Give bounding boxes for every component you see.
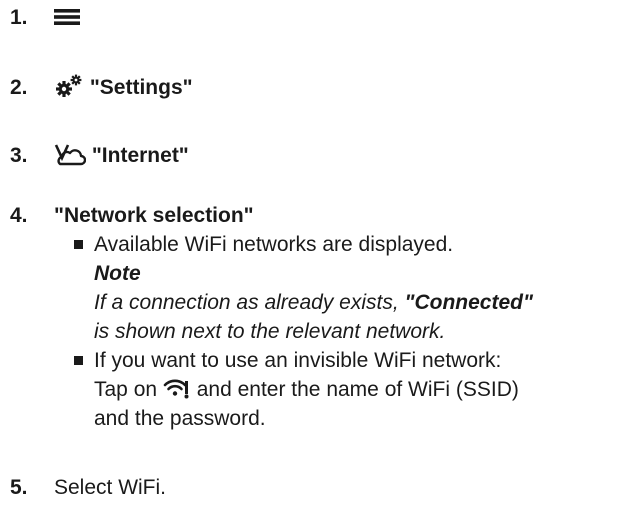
bullet-square xyxy=(74,240,83,249)
bullet-text-line-2: Tap on and enter the name of WiFi (SSID) xyxy=(94,378,519,401)
bullet-text: Available WiFi networks are displayed. xyxy=(94,233,454,256)
step-label: Select WiFi. xyxy=(54,476,167,499)
note-line-1: If a connection as already exists, "Conn… xyxy=(94,291,533,314)
internet-icon xyxy=(54,144,86,166)
bullet-text-line-3: and the password. xyxy=(94,407,266,430)
step-number: 2. xyxy=(10,76,28,99)
step-label: "Settings" xyxy=(89,76,193,99)
step-number: 3. xyxy=(10,144,28,167)
bullet-text-line-1: If you want to use an invisible WiFi net… xyxy=(94,349,502,372)
note-line-2: is shown next to the relevant network. xyxy=(94,320,446,343)
connected-label: "Connected" xyxy=(404,291,533,314)
step-label: "Network selection" xyxy=(54,204,254,227)
list-item: Available WiFi networks are displayed. N… xyxy=(74,230,533,346)
settings-icon xyxy=(56,75,82,98)
network-selection-details: Available WiFi networks are displayed. N… xyxy=(74,230,533,433)
step-number: 1. xyxy=(10,6,28,29)
step-number: 5. xyxy=(10,476,28,499)
bullet-square xyxy=(74,356,83,365)
menu-icon xyxy=(54,8,80,25)
list-item: If you want to use an invisible WiFi net… xyxy=(74,346,533,433)
step-number: 4. xyxy=(10,204,28,227)
note-title: Note xyxy=(94,262,141,285)
hidden-wifi-icon xyxy=(163,379,189,399)
step-label: "Internet" xyxy=(91,144,189,167)
